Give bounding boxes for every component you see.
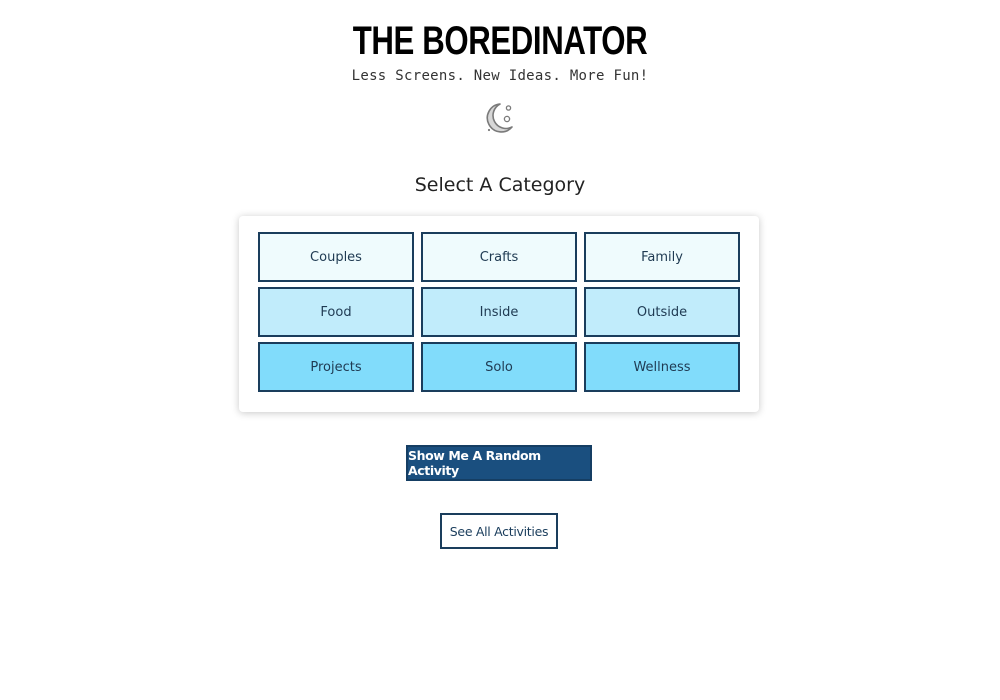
moon-stars-icon [486, 103, 513, 133]
category-button-outside[interactable]: Outside [584, 287, 740, 337]
category-card: Couples Crafts Family Food Inside Outsid… [239, 216, 759, 412]
category-button-solo[interactable]: Solo [421, 342, 577, 392]
random-activity-button[interactable]: Show Me A Random Activity [406, 445, 592, 481]
category-grid: Couples Crafts Family Food Inside Outsid… [258, 232, 740, 392]
see-all-activities-button[interactable]: See All Activities [440, 513, 558, 549]
site-title: THE BOREDINATOR [352, 19, 648, 63]
site-tagline: Less Screens. New Ideas. More Fun! [351, 68, 649, 84]
category-button-family[interactable]: Family [584, 232, 740, 282]
category-button-wellness[interactable]: Wellness [584, 342, 740, 392]
category-button-projects[interactable]: Projects [258, 342, 414, 392]
category-heading: Select A Category [414, 174, 586, 196]
category-button-inside[interactable]: Inside [421, 287, 577, 337]
category-button-food[interactable]: Food [258, 287, 414, 337]
page: THE BOREDINATOR Less Screens. New Ideas.… [0, 0, 1000, 700]
category-button-couples[interactable]: Couples [258, 232, 414, 282]
category-button-crafts[interactable]: Crafts [421, 232, 577, 282]
theme-toggle-button[interactable] [483, 100, 517, 136]
